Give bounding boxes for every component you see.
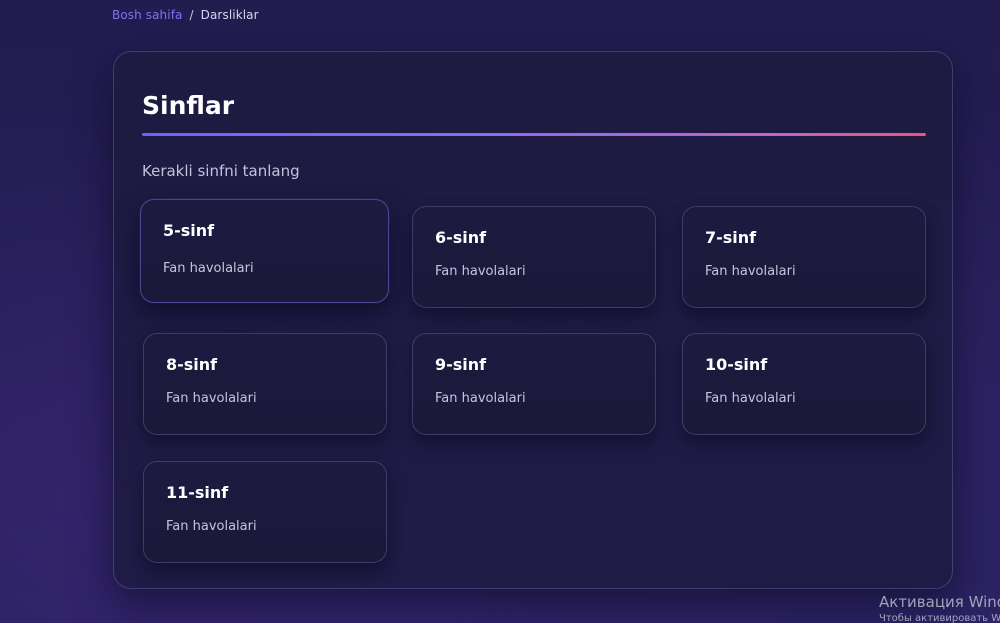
class-card-6[interactable]: 6-sinf Fan havolalari	[412, 206, 656, 308]
class-card-11[interactable]: 11-sinf Fan havolalari	[143, 461, 387, 563]
class-card-subtitle: Fan havolalari	[163, 261, 254, 276]
class-card-5[interactable]: 5-sinf Fan havolalari	[140, 199, 389, 303]
watermark-title: Активация Windows	[879, 593, 1000, 611]
breadcrumb: Bosh sahifa / Darsliklar	[112, 6, 259, 24]
page-title: Sinflar	[142, 91, 235, 120]
class-card-title: 5-sinf	[163, 221, 215, 240]
breadcrumb-current: Darsliklar	[200, 8, 259, 22]
classes-panel: Sinflar Kerakli sinfni tanlang 5-sinf Fa…	[113, 51, 953, 589]
class-card-title: 7-sinf	[705, 228, 757, 247]
class-card-7[interactable]: 7-sinf Fan havolalari	[682, 206, 926, 308]
panel-subtitle: Kerakli sinfni tanlang	[142, 162, 300, 180]
title-underline	[142, 133, 926, 136]
windows-activation-watermark: Активация Windows Чтобы активировать Win…	[879, 592, 1000, 623]
class-card-title: 11-sinf	[166, 483, 229, 502]
class-card-title: 9-sinf	[435, 355, 487, 374]
class-card-subtitle: Fan havolalari	[435, 264, 526, 279]
class-card-title: 8-sinf	[166, 355, 218, 374]
class-card-title: 10-sinf	[705, 355, 768, 374]
class-card-9[interactable]: 9-sinf Fan havolalari	[412, 333, 656, 435]
class-card-subtitle: Fan havolalari	[166, 519, 257, 534]
class-card-subtitle: Fan havolalari	[166, 391, 257, 406]
breadcrumb-separator: /	[189, 8, 194, 22]
watermark-subtitle: Чтобы активировать Windows, перейдите в …	[879, 613, 1000, 623]
class-card-subtitle: Fan havolalari	[705, 264, 796, 279]
class-card-title: 6-sinf	[435, 228, 487, 247]
class-card-subtitle: Fan havolalari	[435, 391, 526, 406]
breadcrumb-home-link[interactable]: Bosh sahifa	[112, 8, 182, 22]
class-card-8[interactable]: 8-sinf Fan havolalari	[143, 333, 387, 435]
class-card-10[interactable]: 10-sinf Fan havolalari	[682, 333, 926, 435]
class-card-subtitle: Fan havolalari	[705, 391, 796, 406]
